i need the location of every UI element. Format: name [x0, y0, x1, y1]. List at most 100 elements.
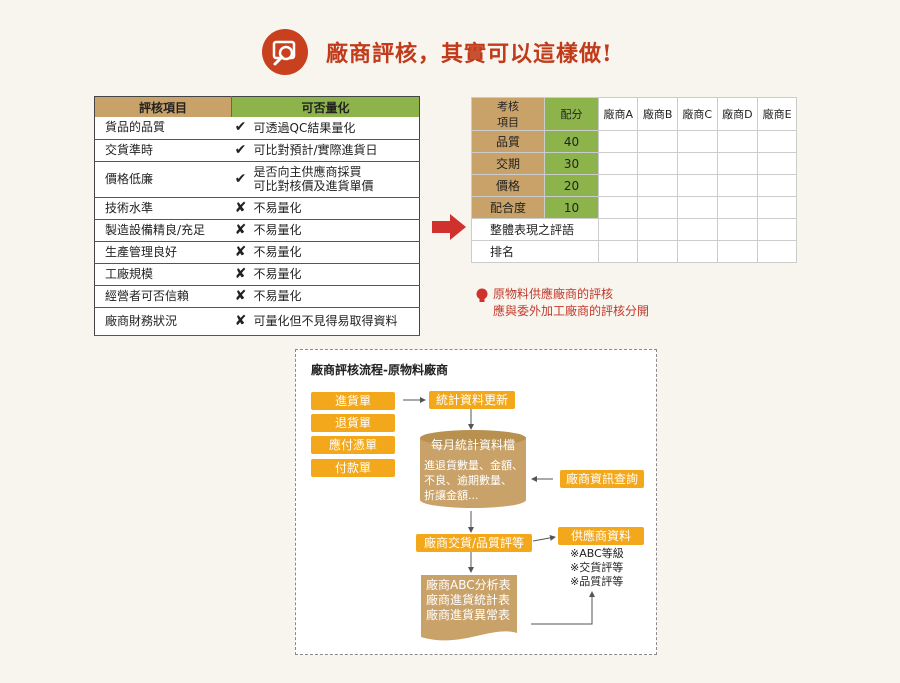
report-item: 廠商進貨異常表 [426, 608, 511, 622]
note-line: 不易量化 [253, 223, 302, 237]
score-cell[interactable] [597, 174, 639, 197]
quantifiable-note: 不易量化 [249, 263, 420, 286]
score-cell[interactable] [716, 152, 759, 175]
check-icon: ✔ [231, 139, 250, 162]
summary-cell[interactable] [637, 240, 678, 263]
score-cell[interactable] [757, 174, 797, 197]
header-line: 考核 [497, 100, 519, 113]
vendor-query-box: 廠商資訊查詢 [560, 470, 644, 488]
score-cell[interactable] [597, 130, 639, 153]
score-cell[interactable] [716, 130, 759, 153]
score-cell[interactable] [597, 196, 639, 219]
criteria-item: 經營者可否信賴 [94, 285, 232, 308]
summary-cell[interactable] [676, 218, 718, 241]
criteria-item: 技術水準 [94, 197, 232, 220]
quantifiable-note: 不易量化 [249, 197, 420, 220]
check-icon: ✔ [231, 117, 250, 140]
quantifiable-note: 是否向主供應商採買 可比對核價及進貨單價 [249, 161, 420, 198]
lightbulb-icon [476, 288, 488, 304]
score-cell[interactable] [757, 152, 797, 175]
check-icon: ✔ [231, 161, 250, 198]
score-cell[interactable] [716, 174, 759, 197]
vendor-header: 廠商B [637, 97, 678, 131]
summary-cell[interactable] [597, 218, 639, 241]
vendor-data-box: 供應商資料 [558, 527, 644, 545]
summary-cell[interactable] [716, 218, 759, 241]
quantifiable-note: 不易量化 [249, 219, 420, 242]
scoring-row: 品質 40 [471, 130, 797, 153]
report-magnifier-icon [262, 29, 308, 75]
report-item: 廠商ABC分析表 [426, 578, 511, 592]
summary-cell[interactable] [597, 240, 639, 263]
input-return: 退貨單 [311, 414, 395, 432]
score-cell[interactable] [637, 196, 678, 219]
summary-row: 整體表現之評語 [471, 218, 797, 241]
score-value: 10 [544, 196, 599, 219]
summary-label: 整體表現之評語 [471, 218, 599, 241]
summary-cell[interactable] [676, 240, 718, 263]
criteria-item: 配合度 [471, 196, 545, 219]
database-contents: 進退貨數量、金額、 不良、逾期數量、 折讓金額... [424, 458, 523, 503]
summary-cell[interactable] [757, 240, 797, 263]
score-cell[interactable] [757, 130, 797, 153]
database-line: 進退貨數量、金額、 [424, 459, 523, 472]
vendor-note: ※品質評等 [570, 575, 624, 588]
header-line: 項目 [497, 116, 519, 129]
quantifiable-note: 不易量化 [249, 285, 420, 308]
criteria-header: 評核項目 [94, 96, 232, 117]
note-line: 不易量化 [253, 245, 302, 259]
criteria-item: 價格低廉 [94, 161, 232, 198]
page-title: 廠商評核，其實可以這樣做! [326, 41, 613, 67]
summary-cell[interactable] [716, 240, 759, 263]
note-line: 不易量化 [253, 201, 302, 215]
score-cell[interactable] [676, 174, 718, 197]
summary-label: 排名 [471, 240, 599, 263]
criteria-row: 工廠規模 ✘ 不易量化 [94, 263, 420, 286]
criteria-table: 評核項目 可否量化 貨品的品質 ✔ 可透過QC結果量化 交貨準時 ✔ 可比對預計/實際進貨… [94, 96, 420, 336]
quantifiable-note: 可量化但不見得易取得資料 [249, 307, 420, 336]
score-cell[interactable] [716, 196, 759, 219]
database-title: 每月統計資料檔 [430, 438, 515, 452]
score-cell[interactable] [637, 174, 678, 197]
criteria-row: 生產管理良好 ✘ 不易量化 [94, 241, 420, 264]
quantifiable-header: 可否量化 [231, 96, 420, 117]
note-line: 可比對核價及進貨單價 [253, 179, 374, 193]
vendor-note: ※交貨評等 [570, 561, 624, 574]
database-line: 折讓金額... [424, 489, 479, 502]
criteria-item: 價格 [471, 174, 545, 197]
score-cell[interactable] [637, 130, 678, 153]
score-cell[interactable] [757, 196, 797, 219]
note-line: 是否向主供應商採買 [253, 165, 362, 179]
summary-row: 排名 [471, 240, 797, 263]
score-cell[interactable] [637, 152, 678, 175]
vendor-header: 廠商C [676, 97, 718, 131]
summary-cell[interactable] [637, 218, 678, 241]
criteria-row: 製造設備精良/充足 ✘ 不易量化 [94, 219, 420, 242]
score-cell[interactable] [676, 130, 718, 153]
summary-cell[interactable] [757, 218, 797, 241]
stats-update-box: 統計資料更新 [429, 391, 515, 409]
score-cell[interactable] [676, 196, 718, 219]
note-line: 不易量化 [253, 267, 302, 281]
criteria-item: 廠商財務狀況 [94, 307, 232, 336]
input-payment: 付款單 [311, 459, 395, 477]
scoring-table: 考核 項目 配分 廠商A 廠商B 廠商C 廠商D 廠商E 品質 40 交期 30 價格 20 配合度 10 整體… [471, 97, 797, 263]
score-value: 30 [544, 152, 599, 175]
score-cell[interactable] [597, 152, 639, 175]
vendor-header: 廠商E [757, 97, 797, 131]
note-line: 可透過QC結果量化 [253, 120, 356, 135]
criteria-item: 生產管理良好 [94, 241, 232, 264]
score-cell[interactable] [676, 152, 718, 175]
score-value: 20 [544, 174, 599, 197]
criteria-row: 技術水準 ✘ 不易量化 [94, 197, 420, 220]
vendor-data-notes: ※ABC等級 ※交貨評等 ※品質評等 [570, 547, 624, 589]
criteria-row: 經營者可否信賴 ✘ 不易量化 [94, 285, 420, 308]
scoring-row: 交期 30 [471, 152, 797, 175]
database-line: 不良、逾期數量、 [424, 474, 512, 487]
report-item: 廠商進貨統計表 [426, 593, 511, 607]
criteria-row: 貨品的品質 ✔ 可透過QC結果量化 [94, 117, 420, 140]
criteria-item: 製造設備精良/充足 [94, 219, 232, 242]
criteria-item: 品質 [471, 130, 545, 153]
criteria-row: 廠商財務狀況 ✘ 可量化但不見得易取得資料 [94, 307, 420, 336]
criteria-row: 價格低廉 ✔ 是否向主供應商採買 可比對核價及進貨單價 [94, 161, 420, 198]
